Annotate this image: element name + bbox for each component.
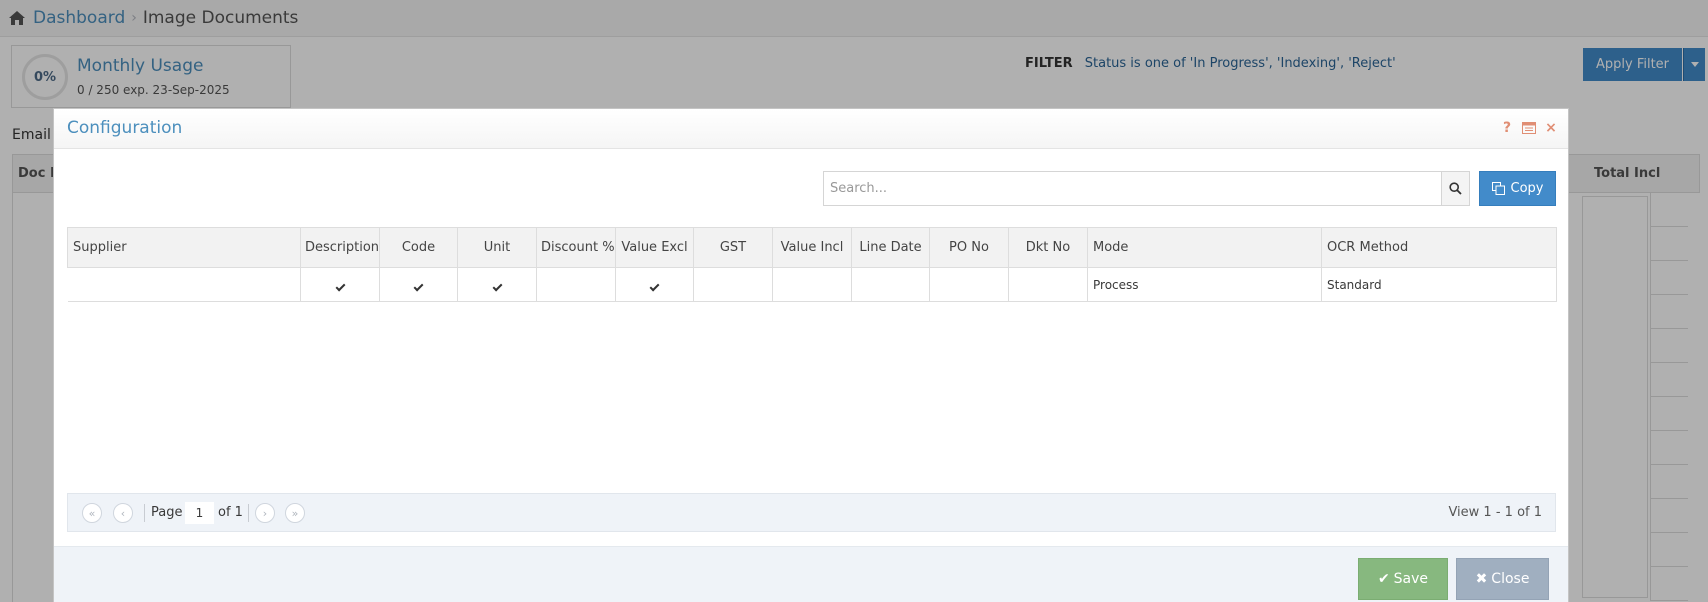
first-page-icon[interactable]: «: [82, 503, 102, 523]
save-button[interactable]: ✔ Save: [1358, 558, 1448, 600]
page-number-input[interactable]: [185, 502, 214, 524]
dialog-title: Configuration: [67, 118, 183, 138]
dialog-title-icons: ? ×: [1500, 121, 1558, 135]
copy-icon: [1491, 182, 1505, 195]
column-header-code[interactable]: Code: [379, 227, 458, 268]
close-button[interactable]: ✖ Close: [1456, 558, 1549, 600]
column-header-value-excl[interactable]: Value Excl: [615, 227, 694, 268]
column-header-line-date[interactable]: Line Date: [851, 227, 930, 268]
cell-line-date[interactable]: [851, 267, 930, 302]
cell-supplier[interactable]: [67, 267, 301, 302]
table-row[interactable]: Process Standard: [67, 267, 1557, 302]
checkmark-icon: [413, 281, 424, 291]
copy-button-label: Copy: [1510, 181, 1544, 196]
column-header-po-no[interactable]: PO No: [929, 227, 1009, 268]
column-header-value-incl[interactable]: Value Incl: [772, 227, 852, 268]
checkmark-icon: [649, 281, 660, 291]
maximize-icon[interactable]: [1522, 121, 1536, 135]
check-icon: ✔: [1377, 571, 1390, 587]
configuration-table: Supplier Description Code Unit Discount …: [67, 227, 1557, 302]
pager-of-label: of 1: [218, 505, 243, 520]
cell-value-incl[interactable]: [772, 267, 852, 302]
cell-code[interactable]: [379, 267, 458, 302]
cell-ocr-method[interactable]: Standard: [1321, 267, 1557, 302]
checkmark-icon: [492, 281, 502, 291]
cell-po-no[interactable]: [929, 267, 1009, 302]
pager: « ‹ Page of 1 › » View 1 - 1 of 1: [67, 493, 1556, 532]
column-header-description[interactable]: Description: [300, 227, 380, 268]
cell-discount[interactable]: [536, 267, 616, 302]
dialog-title-bar[interactable]: Configuration ? ×: [54, 109, 1568, 149]
prev-page-icon[interactable]: ‹: [113, 503, 133, 523]
cell-unit[interactable]: [457, 267, 537, 302]
search-group: [823, 171, 1472, 206]
close-button-label: Close: [1491, 571, 1530, 587]
cell-gst[interactable]: [693, 267, 773, 302]
close-x-icon: ✖: [1475, 571, 1488, 587]
column-header-ocr-method[interactable]: OCR Method: [1321, 227, 1557, 268]
column-header-unit[interactable]: Unit: [457, 227, 537, 268]
pager-page-label: Page: [151, 505, 183, 520]
pager-separator: [144, 504, 145, 522]
save-button-label: Save: [1393, 571, 1429, 587]
configuration-table-body: Process Standard: [67, 267, 1557, 302]
column-header-mode[interactable]: Mode: [1087, 227, 1322, 268]
column-header-dkt-no[interactable]: Dkt No: [1008, 227, 1088, 268]
configuration-dialog: Configuration ? × Copy Supplier Descript…: [53, 108, 1569, 602]
search-input[interactable]: [823, 171, 1442, 206]
column-header-discount[interactable]: Discount %: [536, 227, 616, 268]
copy-button[interactable]: Copy: [1479, 171, 1556, 206]
cell-dkt-no[interactable]: [1008, 267, 1088, 302]
column-header-supplier[interactable]: Supplier: [67, 227, 301, 268]
pager-view-text: View 1 - 1 of 1: [1448, 505, 1542, 520]
column-header-gst[interactable]: GST: [693, 227, 773, 268]
search-button[interactable]: [1442, 171, 1470, 206]
dialog-footer: ✔ Save ✖ Close: [54, 546, 1568, 602]
pager-separator: [248, 504, 249, 522]
cell-value-excl[interactable]: [615, 267, 694, 302]
help-icon[interactable]: ?: [1500, 121, 1514, 135]
cell-mode[interactable]: Process: [1087, 267, 1322, 302]
close-icon[interactable]: ×: [1544, 121, 1558, 135]
checkmark-icon: [335, 281, 345, 291]
cell-description[interactable]: [300, 267, 380, 302]
last-page-icon[interactable]: »: [285, 503, 305, 523]
search-icon: [1449, 182, 1462, 195]
table-header-row: Supplier Description Code Unit Discount …: [67, 227, 1557, 268]
next-page-icon[interactable]: ›: [255, 503, 275, 523]
